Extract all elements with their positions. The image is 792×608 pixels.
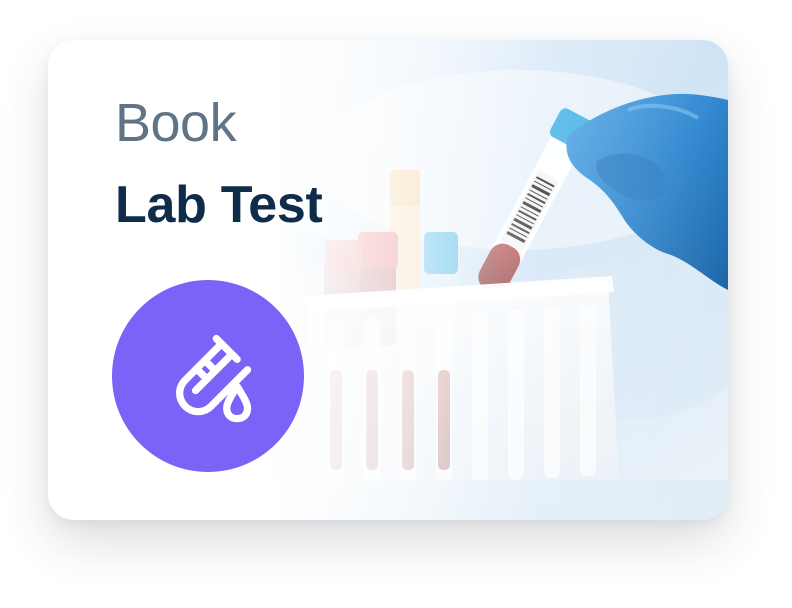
- card-overline: Book: [115, 93, 237, 153]
- stage: Book Lab Test: [0, 0, 792, 608]
- lab-test-icon-badge[interactable]: [112, 280, 304, 472]
- test-tube-drop-icon: [176, 334, 252, 423]
- card-title: Lab Test: [115, 176, 323, 234]
- card-text: Book Lab Test: [115, 92, 323, 236]
- book-lab-test-card[interactable]: Book Lab Test: [48, 40, 728, 520]
- lab-test-tubes-photo: [268, 40, 728, 520]
